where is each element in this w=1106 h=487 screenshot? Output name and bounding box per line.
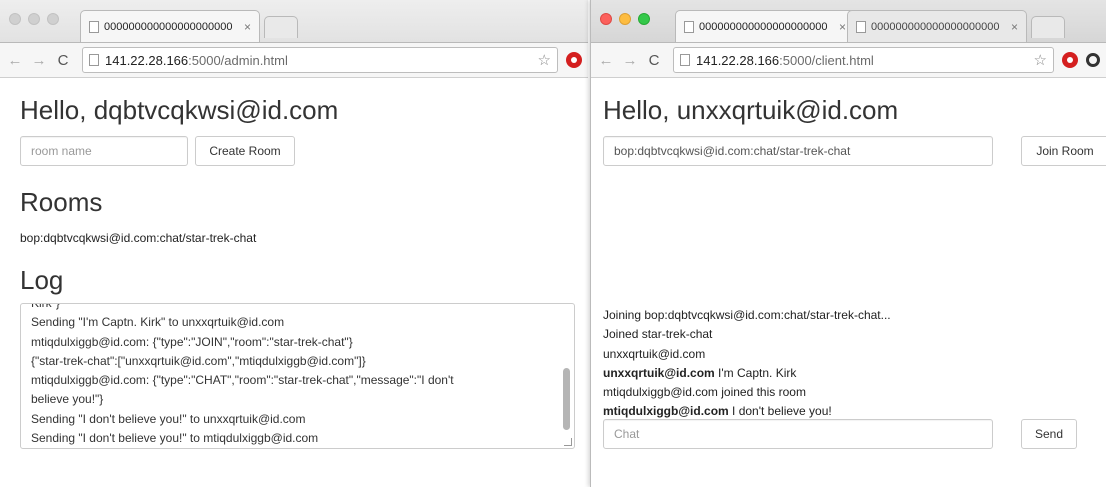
room-list-item: bop:dqbtvcqkwsi@id.com:chat/star-trek-ch…	[20, 231, 257, 245]
tab-title: 000000000000000000000	[699, 20, 828, 33]
log-line: Sending "I don't believe you!" to mtiqdu…	[31, 431, 319, 446]
window-controls	[600, 13, 650, 25]
forward-icon[interactable]: →	[30, 52, 48, 69]
log-textarea[interactable]: Kirk"} Sending "I'm Captn. Kirk" to unxx…	[20, 303, 575, 449]
browser-toolbar: ← → C 141.22.28.166:5000/client.html ☆	[591, 42, 1106, 78]
url-path: :5000/admin.html	[188, 52, 288, 68]
zoom-window-button[interactable]	[47, 13, 59, 25]
url-host: 141.22.28.166	[105, 52, 189, 68]
admin-browser-window: 000000000000000000000 × ← → C 141.22.28.…	[0, 0, 588, 487]
resize-handle-icon[interactable]	[564, 438, 572, 446]
new-tab-button[interactable]	[1031, 16, 1065, 38]
chat-text: mtiqdulxiggb@id.com joined this room	[603, 385, 806, 400]
page-icon	[684, 20, 694, 33]
chat-text: I don't believe you!	[728, 404, 832, 419]
tab-strip: 000000000000000000000 × 0000000000000000…	[591, 0, 1106, 42]
forward-icon[interactable]: →	[621, 52, 639, 69]
log-line: Kirk"}	[31, 303, 60, 310]
log-line: {"star-trek-chat":["unxxqrtuik@id.com","…	[31, 353, 366, 368]
tab-second[interactable]: 000000000000000000000 ×	[847, 10, 1027, 42]
back-icon[interactable]: ←	[597, 52, 615, 69]
rooms-heading: Rooms	[20, 187, 103, 217]
send-button[interactable]: Send	[1021, 419, 1077, 449]
page-icon	[89, 20, 99, 33]
chat-text: Joining bop:dqbtvcqkwsi@id.com:chat/star…	[603, 308, 891, 322]
log-line: Sending "I'm Captn. Kirk" to unxxqrtuik@…	[31, 315, 285, 330]
admin-page-content: Hello, dqbtvcqkwsi@id.com room name Crea…	[20, 79, 588, 487]
stop-extension-icon[interactable]	[1062, 52, 1078, 68]
chat-text: unxxqrtuik@id.com	[603, 346, 706, 361]
chat-line: unxxqrtuik@id.com I'm Captn. Kirk	[603, 364, 891, 383]
chat-sender: mtiqdulxiggb@id.com	[603, 404, 729, 419]
tab-close-icon[interactable]: ×	[839, 20, 846, 34]
close-window-button[interactable]	[600, 13, 612, 25]
log-scrollbar[interactable]	[563, 368, 570, 430]
bookmark-star-icon[interactable]: ☆	[1034, 51, 1047, 69]
page-title: Hello, unxxqrtuik@id.com	[603, 95, 899, 125]
log-heading: Log	[20, 265, 64, 295]
extension-icon[interactable]	[1086, 53, 1100, 67]
tab-close-icon[interactable]: ×	[1011, 20, 1018, 34]
tab-client[interactable]: 000000000000000000000 ×	[675, 10, 855, 42]
new-tab-button[interactable]	[264, 16, 298, 38]
client-page-content: Hello, unxxqrtuik@id.com bop:dqbtvcqkwsi…	[603, 79, 1106, 487]
url-path: :5000/client.html	[779, 52, 874, 68]
bookmark-star-icon[interactable]: ☆	[538, 51, 551, 69]
page-title: Hello, dqbtvcqkwsi@id.com	[20, 95, 339, 125]
back-icon[interactable]: ←	[6, 52, 24, 69]
zoom-window-button[interactable]	[638, 13, 650, 25]
chat-sender: unxxqrtuik@id.com	[603, 365, 715, 380]
browser-toolbar: ← → C 141.22.28.166:5000/admin.html ☆	[0, 42, 588, 78]
window-controls	[9, 13, 59, 25]
tab-title: 000000000000000000000	[871, 20, 1000, 33]
address-bar[interactable]: 141.22.28.166:5000/admin.html ☆	[82, 47, 558, 73]
stop-extension-icon[interactable]	[566, 52, 582, 68]
page-icon	[680, 54, 690, 66]
chat-messages: Joining bop:dqbtvcqkwsi@id.com:chat/star…	[603, 306, 891, 422]
close-window-button[interactable]	[9, 13, 21, 25]
chat-text: Joined star-trek-chat	[603, 327, 713, 342]
chat-line: Joining bop:dqbtvcqkwsi@id.com:chat/star…	[603, 306, 891, 325]
log-line: believe you!"}	[31, 392, 104, 407]
join-room-button[interactable]: Join Room	[1021, 136, 1106, 166]
tab-strip: 000000000000000000000 ×	[0, 0, 588, 42]
log-line: mtiqdulxiggb@id.com: {"type":"JOIN","roo…	[31, 334, 353, 349]
client-browser-window: 000000000000000000000 × 0000000000000000…	[590, 0, 1106, 487]
room-name-input[interactable]: room name	[20, 136, 188, 166]
reload-icon[interactable]: C	[645, 52, 663, 69]
tab-title: 000000000000000000000	[104, 20, 233, 33]
log-line: Sending "I don't believe you!" to unxxqr…	[31, 411, 306, 426]
log-line: mtiqdulxiggb@id.com: {"type":"CHAT","roo…	[31, 373, 454, 388]
url-host: 141.22.28.166	[696, 52, 780, 68]
address-bar[interactable]: 141.22.28.166:5000/client.html ☆	[673, 47, 1054, 73]
chat-line: Joined star-trek-chat	[603, 325, 891, 344]
room-id-input[interactable]: bop:dqbtvcqkwsi@id.com:chat/star-trek-ch…	[603, 136, 993, 166]
reload-icon[interactable]: C	[54, 52, 72, 69]
page-icon	[89, 54, 99, 66]
create-room-button[interactable]: Create Room	[195, 136, 295, 166]
tab-admin[interactable]: 000000000000000000000 ×	[80, 10, 260, 42]
chat-line: mtiqdulxiggb@id.com joined this room	[603, 383, 891, 402]
chat-input[interactable]: Chat	[603, 419, 993, 449]
page-icon	[856, 20, 866, 33]
minimize-window-button[interactable]	[28, 13, 40, 25]
minimize-window-button[interactable]	[619, 13, 631, 25]
tab-close-icon[interactable]: ×	[244, 20, 251, 34]
chat-text: I'm Captn. Kirk	[714, 365, 797, 380]
chat-line: unxxqrtuik@id.com	[603, 345, 891, 364]
